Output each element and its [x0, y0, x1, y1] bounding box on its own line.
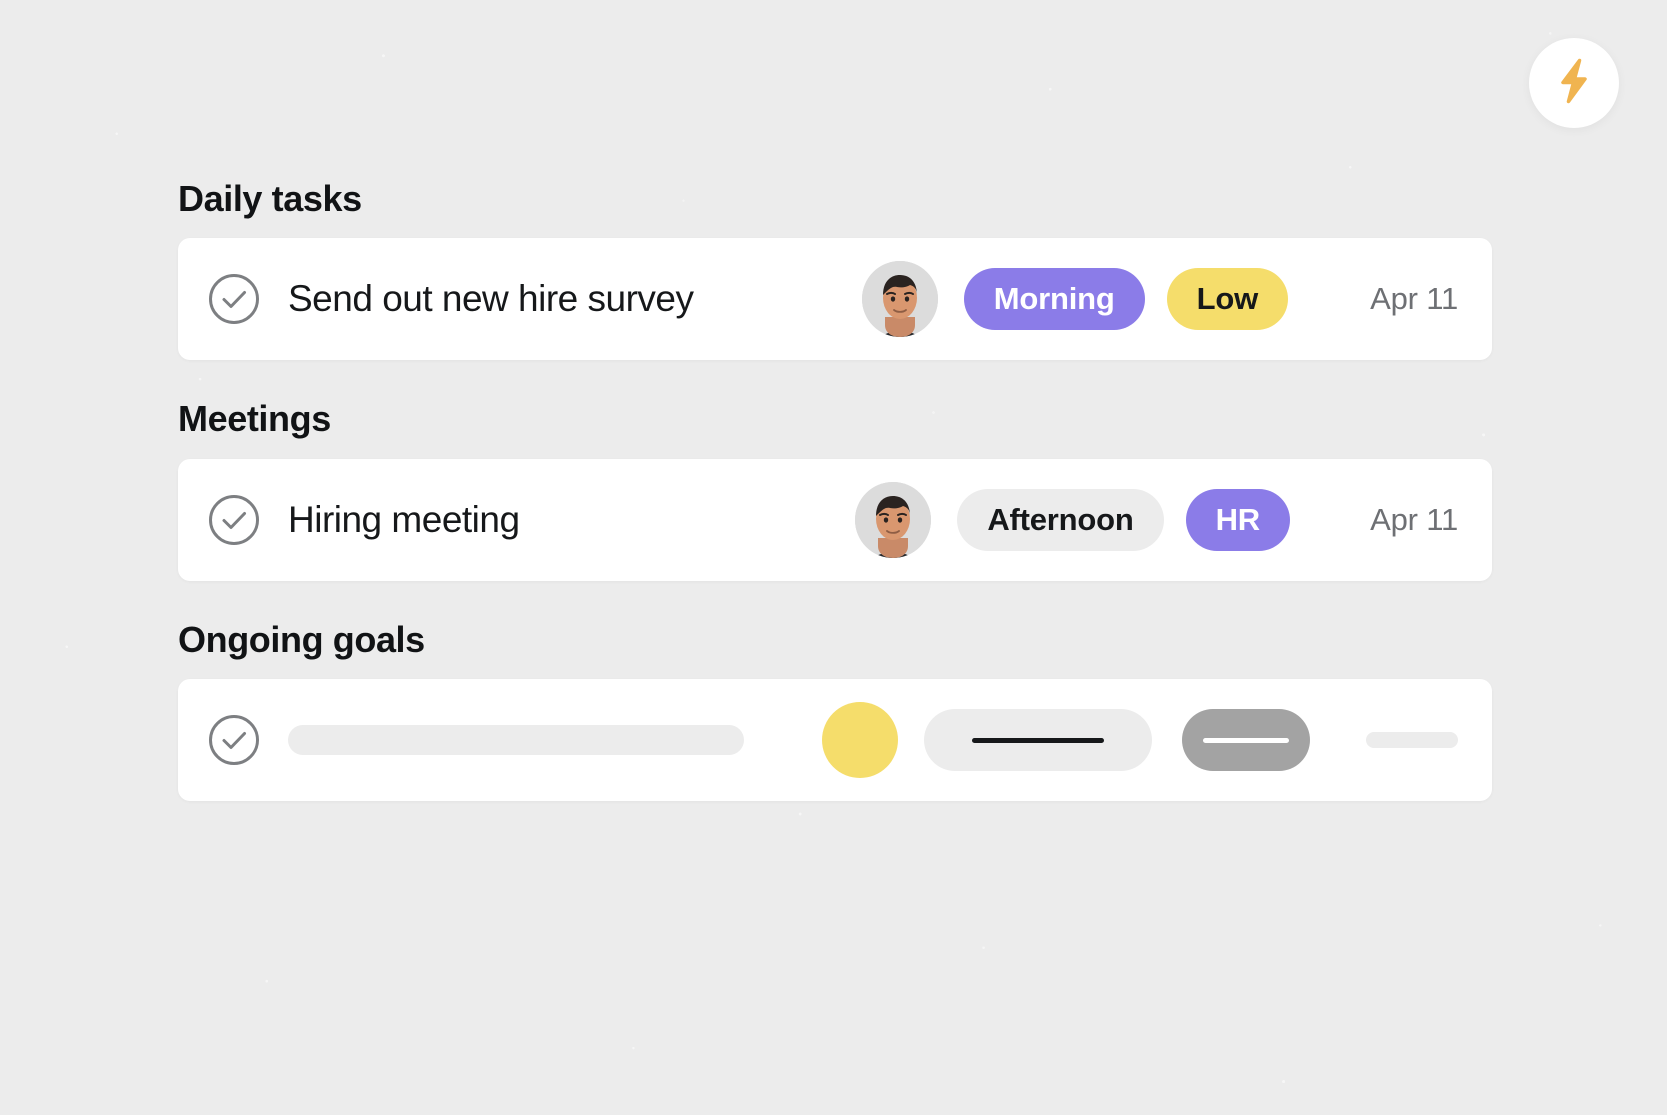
- section-title: Meetings: [178, 398, 331, 440]
- skeleton-badge-line: [972, 737, 1104, 743]
- task-date: Apr 11: [1370, 281, 1458, 317]
- goal-meta-group: [822, 702, 1458, 779]
- task-meta-group: Afternoon HR Apr 11: [855, 481, 1458, 558]
- section-daily-tasks: Daily tasks Send out new hire survey Mor…: [178, 178, 1492, 361]
- skeleton-badge-line: [1203, 737, 1289, 743]
- goal-row-placeholder[interactable]: [178, 679, 1492, 802]
- skeleton-date-bar: [1366, 732, 1458, 749]
- task-title: Hiring meeting: [288, 498, 520, 540]
- section-title: Ongoing goals: [178, 618, 425, 660]
- task-row[interactable]: Hiring meeting Afternoon HR Apr 11: [178, 458, 1492, 581]
- avatar[interactable]: [861, 261, 938, 338]
- badge-time[interactable]: Afternoon: [957, 488, 1164, 551]
- skeleton-badge-dark: [1182, 709, 1310, 772]
- check-circle-icon[interactable]: [208, 494, 260, 546]
- task-date: Apr 11: [1370, 501, 1458, 537]
- check-circle-icon[interactable]: [208, 273, 260, 325]
- check-circle-icon[interactable]: [208, 714, 260, 766]
- skeleton-title-bar: [288, 725, 744, 756]
- badge-team[interactable]: HR: [1185, 488, 1290, 551]
- lightning-bolt-icon: [1554, 58, 1594, 109]
- task-meta-group: Morning Low Apr 11: [861, 261, 1458, 338]
- task-title: Send out new hire survey: [288, 278, 694, 320]
- task-row[interactable]: Send out new hire survey Morning Low Apr…: [178, 238, 1492, 361]
- section-title: Daily tasks: [178, 178, 362, 219]
- app-canvas: Daily tasks Send out new hire survey Mor…: [0, 0, 1667, 1115]
- section-ongoing-goals: Ongoing goals: [178, 618, 1492, 802]
- badge-priority[interactable]: Low: [1166, 268, 1288, 331]
- sections-container: Daily tasks Send out new hire survey Mor…: [178, 178, 1492, 802]
- badge-time[interactable]: Morning: [963, 268, 1145, 331]
- quick-action-button[interactable]: [1529, 38, 1619, 128]
- skeleton-badge-light: [924, 709, 1152, 772]
- avatar[interactable]: [855, 481, 932, 558]
- section-meetings: Meetings Hiring meeting Afternoon HR Apr…: [178, 398, 1492, 581]
- skeleton-avatar: [822, 702, 898, 779]
